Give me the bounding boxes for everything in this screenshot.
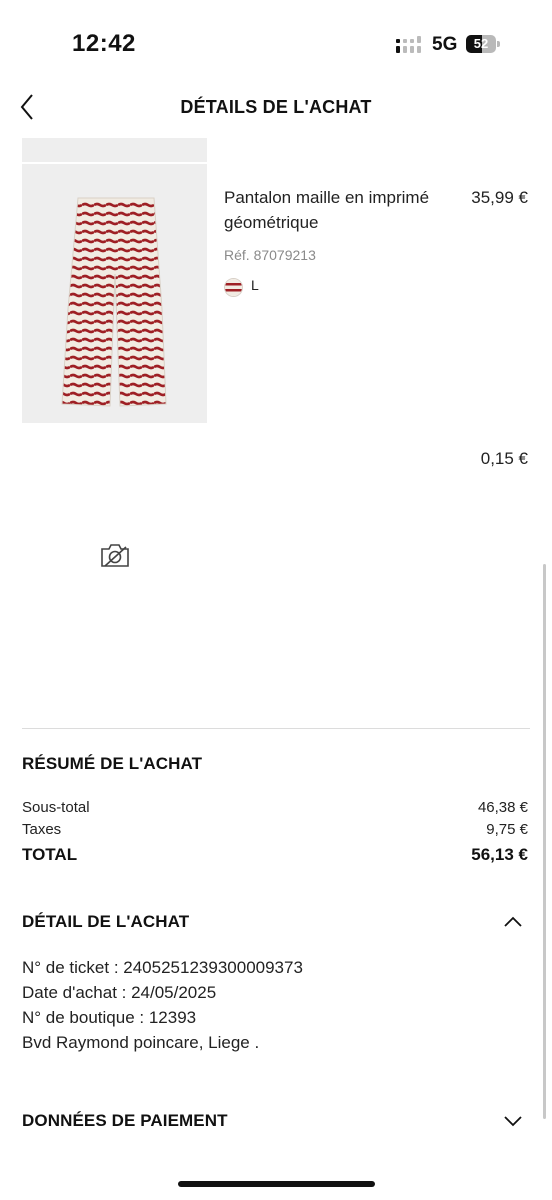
product-name[interactable]: Pantalon maille en imprimé géométrique — [224, 185, 454, 235]
purchase-detail-title[interactable]: DÉTAIL DE L'ACHAT — [22, 912, 189, 932]
network-type: 5G — [432, 34, 458, 55]
total-label: TOTAL — [22, 845, 78, 864]
ticket-number: N° de ticket : 2405251239300009373 — [22, 958, 303, 977]
payment-title[interactable]: DONNÉES DE PAIEMENT — [22, 1111, 228, 1131]
subtotal-value: 46,38 € — [477, 799, 528, 816]
chevron-down-icon[interactable] — [503, 1115, 523, 1127]
scrollbar[interactable] — [543, 564, 546, 1119]
page-title: DÉTAILS DE L'ACHAT — [180, 97, 372, 117]
store-number: N° de boutique : 12393 — [22, 1008, 197, 1027]
pants-illustration — [61, 197, 167, 407]
product-image-top — [22, 138, 207, 162]
purchase-date: Date d'achat : 24/05/2025 — [22, 983, 217, 1002]
taxes-label: Taxes — [22, 821, 62, 838]
cellular-signal-icon — [396, 36, 421, 53]
product-reference: Réf. 87079213 — [224, 247, 316, 263]
extra-fee-value: 0,15 € — [480, 449, 528, 468]
no-photo-icon — [101, 544, 129, 567]
status-time: 12:42 — [72, 30, 136, 57]
product-size: L — [251, 277, 259, 293]
subtotal-label: Sous-total — [22, 799, 90, 816]
chevron-up-icon[interactable] — [503, 916, 523, 928]
total-value: 56,13 € — [471, 845, 528, 864]
product-image[interactable] — [22, 164, 207, 423]
store-address: Bvd Raymond poincare, Liege . — [22, 1033, 260, 1052]
summary-title: RÉSUMÉ DE L'ACHAT — [22, 754, 203, 773]
battery-level: 52 — [473, 36, 489, 51]
section-divider — [22, 728, 530, 729]
product-price: 35,99 € — [471, 188, 528, 207]
color-swatch — [224, 278, 243, 297]
taxes-value: 9,75 € — [486, 821, 528, 838]
home-indicator[interactable] — [178, 1181, 375, 1187]
battery-icon: 52 — [466, 35, 500, 53]
